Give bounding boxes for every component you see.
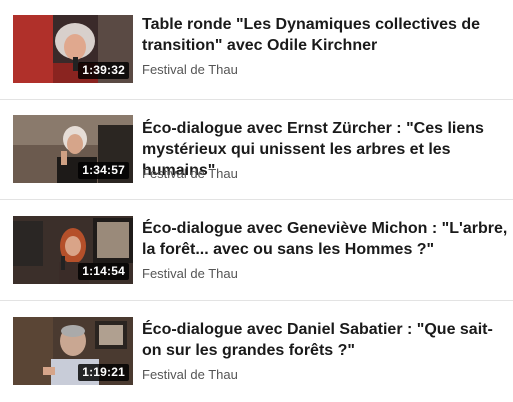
channel-name[interactable]: Festival de Thau: [142, 266, 238, 282]
video-thumbnail[interactable]: 1:19:21: [13, 317, 133, 385]
video-item[interactable]: 1:19:21 Éco-dialogue avec Daniel Sabatie…: [0, 302, 513, 402]
video-title[interactable]: Éco-dialogue avec Geneviève Michon : "L'…: [142, 218, 508, 260]
video-thumbnail[interactable]: 1:34:57: [13, 115, 133, 183]
video-item[interactable]: 1:39:32 Table ronde "Les Dynamiques coll…: [0, 0, 513, 100]
video-list: 1:39:32 Table ronde "Les Dynamiques coll…: [0, 0, 513, 400]
video-thumbnail[interactable]: 1:39:32: [13, 15, 133, 83]
video-title[interactable]: Table ronde "Les Dynamiques collectives …: [142, 14, 508, 56]
video-item[interactable]: 1:34:57 Éco-dialogue avec Ernst Zürcher …: [0, 100, 513, 200]
video-title[interactable]: Éco-dialogue avec Daniel Sabatier : "Que…: [142, 319, 508, 361]
video-thumbnail[interactable]: 1:14:54: [13, 216, 133, 284]
channel-name[interactable]: Festival de Thau: [142, 62, 238, 78]
video-duration: 1:34:57: [78, 162, 129, 179]
channel-name[interactable]: Festival de Thau: [142, 166, 238, 182]
video-duration: 1:14:54: [78, 263, 129, 280]
video-duration: 1:19:21: [78, 364, 129, 381]
video-item[interactable]: 1:14:54 Éco-dialogue avec Geneviève Mich…: [0, 201, 513, 301]
video-duration: 1:39:32: [78, 62, 129, 79]
channel-name[interactable]: Festival de Thau: [142, 367, 238, 383]
